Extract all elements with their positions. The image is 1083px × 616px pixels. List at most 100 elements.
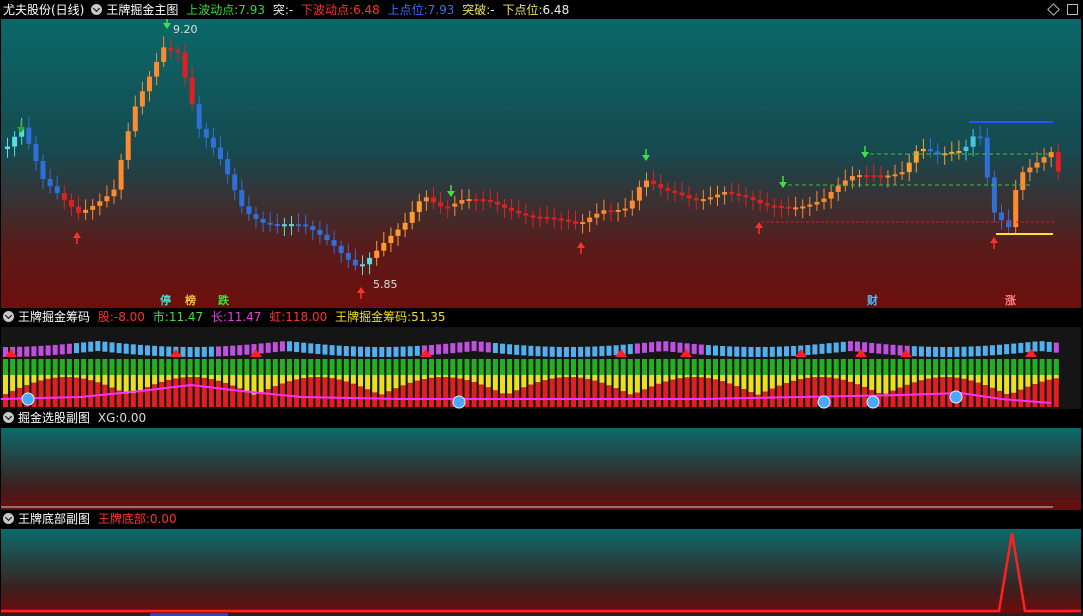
chip-bar-green: [933, 359, 939, 375]
chip-bar-top: [649, 342, 655, 353]
chip-bar-green: [386, 359, 392, 375]
chip-bar-red: [833, 378, 839, 407]
chip-bar-green: [663, 359, 669, 375]
candle-body: [1027, 167, 1033, 173]
candle-body: [565, 219, 571, 222]
chip-bar-green: [152, 359, 158, 375]
chip-bar-yellow: [620, 375, 626, 392]
chip-bar-top: [95, 341, 101, 352]
main-indicator-name[interactable]: 王牌掘金主图: [106, 3, 178, 17]
candle-body: [750, 197, 756, 200]
candle-body: [90, 205, 96, 210]
chip-bar-top: [102, 341, 108, 352]
chip-bar-green: [521, 359, 527, 375]
chip-bar-top: [471, 341, 477, 352]
chip-bar-top: [876, 343, 882, 354]
candle-body: [729, 191, 735, 194]
chip-bar-red: [727, 383, 733, 407]
main-candlestick-pane[interactable]: 9.20 5.85 停 榜 跌 财 涨: [1, 19, 1081, 308]
candle-body: [182, 52, 188, 78]
chip-bar-green: [315, 359, 321, 375]
sub1-chips-label: 王牌掘金筹码:: [335, 310, 412, 324]
chip-bar-red: [208, 379, 214, 407]
candle-body: [246, 206, 252, 215]
chip-bar-yellow: [1004, 375, 1010, 395]
chip-bar-red: [159, 381, 165, 407]
chip-bar-yellow: [812, 375, 818, 378]
chip-bar-green: [251, 359, 257, 375]
chip-bar-yellow: [826, 375, 832, 378]
chip-bar-top: [755, 346, 761, 357]
chip-bar-red: [59, 377, 65, 407]
maximize-window-icon[interactable]: [1067, 4, 1078, 15]
candle-body: [580, 222, 586, 225]
chip-bar-yellow: [187, 375, 193, 378]
candle-body: [828, 191, 834, 199]
candle-body: [1006, 220, 1012, 228]
chip-ball-marker: [817, 395, 831, 409]
chip-bar-yellow: [17, 375, 23, 388]
candle-body: [757, 199, 763, 204]
chip-bar-yellow: [748, 375, 754, 393]
chip-bar-red: [798, 379, 804, 407]
candle-body: [260, 218, 266, 223]
chip-bar-top: [365, 346, 371, 357]
candle-body: [409, 211, 415, 223]
chip-bar-green: [159, 359, 165, 375]
sub2-menu-icon[interactable]: [3, 412, 14, 423]
chip-bar-yellow: [755, 375, 761, 395]
chip-bar-red: [230, 385, 236, 407]
indicator-menu-icon[interactable]: [91, 4, 103, 15]
chip-bar-green: [45, 359, 51, 375]
chip-bar-green: [926, 359, 931, 375]
chip-bar-yellow: [414, 375, 420, 381]
chip-bar-top: [393, 346, 399, 357]
candle-body: [196, 104, 202, 129]
chip-bar-red: [471, 382, 477, 407]
chip-bar-top: [116, 343, 122, 354]
chip-bar-red: [74, 377, 79, 407]
chip-bar-top: [478, 341, 484, 352]
chip-bar-red: [840, 379, 846, 407]
sub3-menu-icon[interactable]: [3, 513, 14, 524]
chip-bar-red: [429, 377, 434, 407]
candle-body: [885, 175, 891, 178]
chip-bar-red: [578, 377, 584, 407]
chip-bar-green: [130, 359, 136, 375]
chip-bar-top: [847, 341, 853, 352]
chip-bar-red: [947, 377, 953, 407]
sub2-title[interactable]: 掘金选股副图: [18, 411, 90, 425]
chip-bar-top: [713, 345, 718, 356]
chip-bar-green: [492, 359, 498, 375]
candle-body: [395, 229, 401, 236]
sub1-title[interactable]: 王牌掘金筹码: [18, 310, 90, 324]
chip-bar-green: [755, 359, 761, 375]
chip-bar-green: [322, 359, 328, 375]
sub3-title[interactable]: 王牌底部副图: [18, 512, 90, 526]
chips-pane[interactable]: [1, 327, 1081, 409]
candle-body: [743, 195, 749, 198]
candle-body: [849, 176, 855, 181]
chip-bar-top: [542, 346, 548, 357]
chip-bar-top: [24, 346, 30, 357]
chip-bar-top: [869, 342, 875, 353]
chip-bar-green: [656, 359, 662, 375]
chip-bar-red: [791, 380, 797, 407]
candle-body: [367, 257, 373, 265]
chip-bar-green: [677, 359, 683, 375]
stock-selection-pane[interactable]: [1, 428, 1081, 510]
candle-body: [473, 199, 479, 202]
bottom-signal-pane[interactable]: [1, 529, 1081, 613]
chip-bar-green: [265, 359, 271, 375]
upper-level-value: 7.93: [427, 3, 455, 17]
chip-bar-top: [663, 341, 669, 352]
chip-bar-top: [74, 343, 79, 354]
candle-body: [899, 172, 905, 175]
sub1-menu-icon[interactable]: [3, 311, 14, 322]
chip-bar-green: [1032, 359, 1038, 375]
chip-bar-green: [31, 359, 37, 375]
chip-bar-yellow: [762, 375, 768, 392]
chip-bar-green: [66, 359, 72, 375]
chip-bar-yellow: [173, 375, 179, 379]
chip-bar-top: [17, 346, 23, 357]
